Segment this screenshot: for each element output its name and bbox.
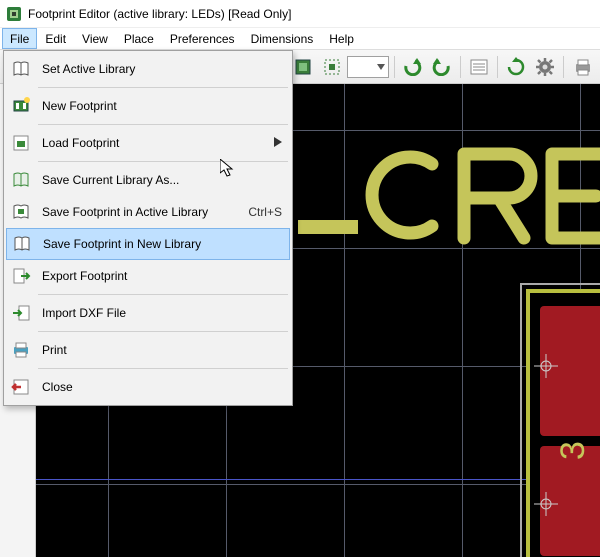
menu-item-label: Load Footprint bbox=[36, 136, 274, 150]
toolbar-separator bbox=[497, 56, 498, 78]
grid-line bbox=[344, 84, 345, 557]
export-icon bbox=[6, 266, 36, 286]
book-icon bbox=[6, 59, 36, 79]
menu-item-label: Import DXF File bbox=[36, 306, 282, 320]
menu-item-label: Print bbox=[36, 343, 282, 357]
toolbar-separator bbox=[563, 56, 564, 78]
titlebar: Footprint Editor (active library: LEDs) … bbox=[0, 0, 600, 28]
menu-save-footprint-active[interactable]: Save Footprint in Active Library Ctrl+S bbox=[6, 196, 290, 228]
window-title: Footprint Editor (active library: LEDs) … bbox=[28, 7, 291, 21]
menu-separator bbox=[38, 87, 288, 88]
menubar: File Edit View Place Preferences Dimensi… bbox=[0, 28, 600, 50]
menu-place[interactable]: Place bbox=[116, 28, 162, 49]
silkscreen-text bbox=[364, 146, 600, 246]
menu-help[interactable]: Help bbox=[321, 28, 362, 49]
menu-item-label: Set Active Library bbox=[36, 62, 282, 76]
menu-item-label: Save Current Library As... bbox=[36, 173, 282, 187]
toolbar-print-button[interactable] bbox=[569, 53, 596, 81]
grid-line bbox=[36, 484, 600, 485]
toolbar-chip-green-button[interactable] bbox=[290, 53, 317, 81]
menu-separator bbox=[38, 294, 288, 295]
menu-set-active-library[interactable]: Set Active Library bbox=[6, 53, 290, 85]
toolbar-chip-dashed-button[interactable] bbox=[319, 53, 346, 81]
menu-item-label: Save Footprint in New Library bbox=[37, 237, 281, 251]
toolbar-separator bbox=[394, 56, 395, 78]
toolbar-settings-button[interactable] bbox=[532, 53, 559, 81]
toolbar-refresh-button[interactable] bbox=[503, 53, 530, 81]
menu-save-footprint-new-library[interactable]: Save Footprint in New Library bbox=[6, 228, 290, 260]
menu-shortcut: Ctrl+S bbox=[248, 205, 282, 219]
save-library-icon bbox=[6, 170, 36, 190]
menu-print[interactable]: Print bbox=[6, 334, 290, 366]
print-icon bbox=[6, 340, 36, 360]
zoom-select[interactable] bbox=[347, 56, 388, 78]
load-footprint-icon bbox=[6, 133, 36, 153]
toolbar-undo-button[interactable] bbox=[399, 53, 426, 81]
menu-save-library-as[interactable]: Save Current Library As... bbox=[6, 164, 290, 196]
menu-item-label: Export Footprint bbox=[36, 269, 282, 283]
menu-edit[interactable]: Edit bbox=[37, 28, 74, 49]
menu-file[interactable]: File bbox=[2, 28, 37, 49]
menu-preferences[interactable]: Preferences bbox=[162, 28, 243, 49]
toolbar-redo-button[interactable] bbox=[428, 53, 455, 81]
pad-number: 3 bbox=[554, 441, 593, 460]
save-new-library-icon bbox=[7, 234, 37, 254]
app-icon bbox=[6, 6, 22, 22]
axis-line bbox=[36, 479, 600, 480]
menu-new-footprint[interactable]: New Footprint bbox=[6, 90, 290, 122]
save-footprint-icon bbox=[6, 202, 36, 222]
menu-dimensions[interactable]: Dimensions bbox=[243, 28, 322, 49]
origin-mark bbox=[534, 354, 558, 378]
close-app-icon bbox=[6, 377, 36, 397]
toolbar-separator bbox=[460, 56, 461, 78]
submenu-arrow-icon bbox=[274, 136, 282, 150]
menu-import-dxf[interactable]: Import DXF File bbox=[6, 297, 290, 329]
menu-separator bbox=[38, 331, 288, 332]
menu-export-footprint[interactable]: Export Footprint bbox=[6, 260, 290, 292]
menu-separator bbox=[38, 368, 288, 369]
toolbar-properties-button[interactable] bbox=[466, 53, 493, 81]
menu-item-label: Close bbox=[36, 380, 282, 394]
menu-separator bbox=[38, 124, 288, 125]
menu-close[interactable]: Close bbox=[6, 371, 290, 403]
silk-underscore bbox=[298, 220, 358, 234]
menu-separator bbox=[38, 161, 288, 162]
origin-mark bbox=[534, 492, 558, 516]
menu-view[interactable]: View bbox=[74, 28, 116, 49]
menu-load-footprint[interactable]: Load Footprint bbox=[6, 127, 290, 159]
new-footprint-icon bbox=[6, 96, 36, 116]
file-menu-dropdown: Set Active Library New Footprint Load Fo… bbox=[3, 50, 293, 406]
import-icon bbox=[6, 303, 36, 323]
menu-item-label: New Footprint bbox=[36, 99, 282, 113]
menu-item-label: Save Footprint in Active Library bbox=[36, 205, 248, 219]
